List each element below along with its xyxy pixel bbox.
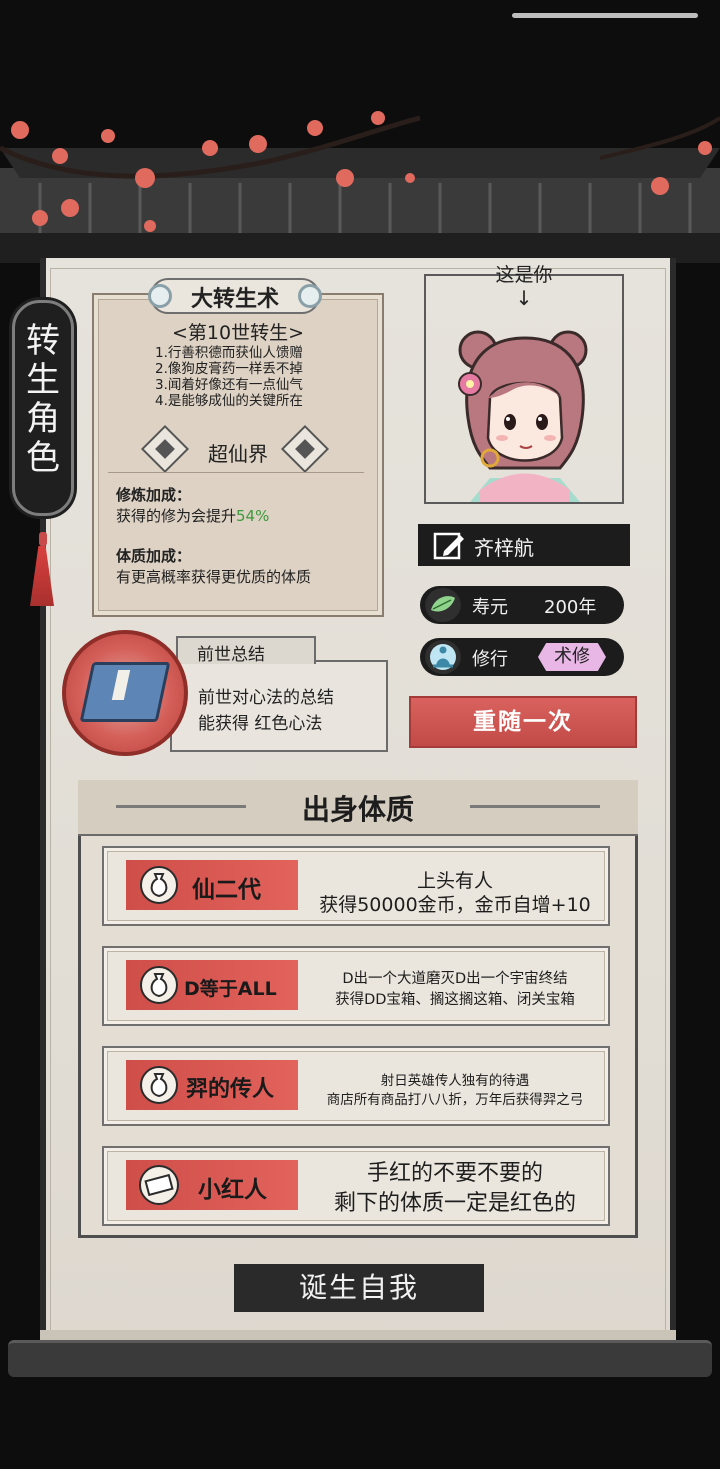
tassel-knot xyxy=(39,532,47,546)
birth-constitution-title: 出身体质 xyxy=(301,793,414,826)
technique-line: 1.行善积德而获仙人馈赠 xyxy=(155,345,303,361)
technique-subtitle: <第10世转生> xyxy=(171,322,305,344)
technique-description: 1.行善积德而获仙人馈赠 2.像狗皮膏药一样丢不掉 3.闻着好像还有一点仙气 4… xyxy=(155,345,375,409)
bottom-beam xyxy=(8,1340,712,1377)
portrait-caption: 这是你 xyxy=(495,264,553,286)
character-avatar xyxy=(458,330,588,502)
past-life-line: 能获得 红色心法 xyxy=(198,714,323,734)
cultivation-bonus-desc: 获得的修为会提升54% xyxy=(116,505,269,526)
cultivation-bonus-title: 修炼加成： xyxy=(116,486,192,504)
lifespan-label: 寿元 xyxy=(472,597,508,618)
past-life-line: 前世对心法的总结 xyxy=(198,688,334,708)
trait-desc-line: 商店所有商品打八八折，万年后获得羿之弓 xyxy=(326,1092,584,1108)
technique-line: 3.闻着好像还有一点仙气 xyxy=(155,377,303,393)
character-name[interactable]: 齐梓航 xyxy=(474,532,534,561)
home-indicator xyxy=(512,13,698,18)
trait-desc-line: 剩下的体质一定是红色的 xyxy=(333,1191,576,1216)
trait-desc-line: 射日英雄传人独有的待遇 xyxy=(380,1073,530,1089)
cultivation-path-badge: 术修 xyxy=(538,643,606,671)
be-born-button[interactable]: 诞生自我 xyxy=(234,1264,484,1312)
trait-desc-line: 手红的不要不要的 xyxy=(366,1161,543,1186)
trait-name: 小红人 xyxy=(198,1177,267,1203)
meditation-icon xyxy=(425,640,461,674)
side-title: 转生角色 xyxy=(26,321,60,478)
cultivation-bonus-text: 获得的修为会提升 xyxy=(116,507,237,525)
money-bag-icon xyxy=(150,973,168,998)
trait-name: 仙二代 xyxy=(192,877,261,903)
realm-label: 超仙界 xyxy=(208,442,268,466)
lifespan-value: 200年 xyxy=(544,597,597,618)
constitution-bonus-title: 体质加成： xyxy=(116,547,192,565)
trait-desc-line: D出一个大道磨灭D出一个宇宙终结 xyxy=(342,971,568,987)
reroll-button[interactable]: 重随一次 xyxy=(409,696,637,748)
trait-desc-line: 获得DD宝箱、搁这搁这箱、闭关宝箱 xyxy=(335,992,575,1008)
technique-line: 2.像狗皮膏药一样丢不掉 xyxy=(155,361,303,377)
cultivation-path-label: 修行 xyxy=(472,649,508,670)
divider xyxy=(108,472,364,473)
cultivation-bonus-value: 54% xyxy=(236,507,270,525)
trait-name: 羿的传人 xyxy=(186,1077,275,1102)
trait-name: D等于ALL xyxy=(184,978,277,1000)
money-bag-icon xyxy=(150,873,168,898)
money-bag-icon xyxy=(150,1073,168,1098)
arrow-down-icon: ↓ xyxy=(515,286,533,310)
trait-desc-line: 获得50000金币，金币自增+10 xyxy=(319,894,591,916)
edit-icon[interactable] xyxy=(432,529,466,563)
constitution-bonus-desc: 有更高概率获得更优质的体质 xyxy=(116,568,312,586)
scroll-icon xyxy=(139,1165,179,1205)
roof-decoration xyxy=(0,111,720,263)
past-life-title: 前世总结 xyxy=(197,645,265,665)
technique-line: 4.是能够成仙的关键所在 xyxy=(155,393,303,409)
technique-title: 大转生术 xyxy=(190,287,279,312)
trait-desc-line: 上头有人 xyxy=(416,870,493,892)
leaf-icon xyxy=(425,588,461,622)
